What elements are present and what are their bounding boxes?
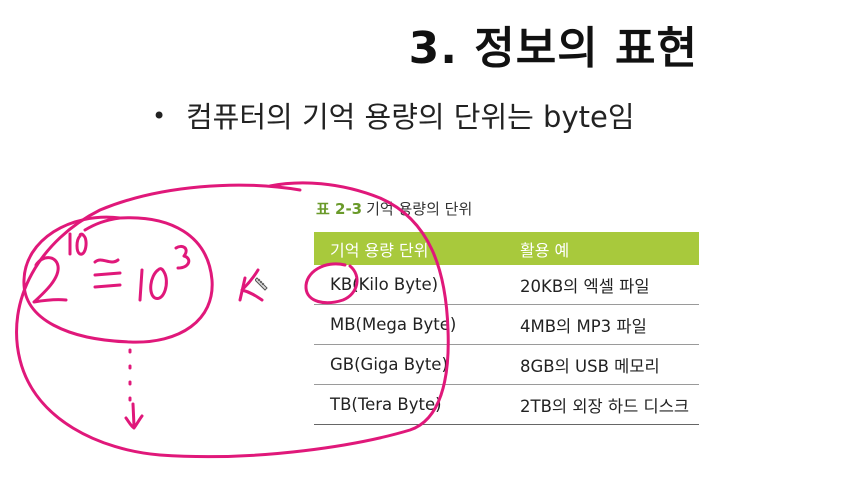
bullet-text: 컴퓨터의 기억 용량의 단위는 byte임 [186,100,635,134]
table-cell-unit: TB(Tera Byte) [314,384,508,425]
pen-cursor-icon [255,277,268,291]
table-cell-example: 20KB의 엑셀 파일 [508,265,699,305]
table-header-unit: 기억 용량 단위 [330,240,429,260]
table-cell-unit: GB(Giga Byte) [314,344,508,385]
table-header-example: 활용 예 [520,240,570,260]
table-cell-example: 8GB의 USB 메모리 [508,344,699,385]
slide-title: 3. 정보의 표현 [408,23,698,74]
table-row: GB(Giga Byte) 8GB의 USB 메모리 [314,344,699,385]
table-row: MB(Mega Byte) 4MB의 MP3 파일 [314,304,699,345]
table-caption-text: 기억 용량의 단위 [366,200,473,218]
annotation-down-arrow [124,402,144,430]
annotation-superscript-3 [174,244,191,270]
table-row: TB(Tera Byte) 2TB의 외장 하드 디스크 [314,384,699,425]
table-caption: 표 2-3 기억 용량의 단위 [316,198,472,219]
table-cell-example: 4MB의 MP3 파일 [508,304,699,345]
annotation-formula-circle [22,215,214,344]
annotation-approx-sign [93,258,122,289]
table-header-row: 기억 용량 단위 활용 예 [314,232,699,265]
table-row: KB(Kilo Byte) 20KB의 엑셀 파일 [314,265,699,305]
annotation-digit-10 [138,267,168,302]
bullet-point: • 컴퓨터의 기억 용량의 단위는 byte임 [152,94,635,136]
table-cell-unit: MB(Mega Byte) [314,304,508,345]
table-cell-example: 2TB의 외장 하드 디스크 [508,384,699,425]
bullet-icon: • [152,102,167,130]
annotation-digit-2 [32,256,68,304]
annotation-superscript-10 [68,232,88,256]
slide: 3. 정보의 표현 • 컴퓨터의 기억 용량의 단위는 byte임 표 2-3 기억… [0,0,846,482]
table-caption-number: 표 2-3 [316,200,363,218]
storage-units-table: 기억 용량 단위 활용 예 KB(Kilo Byte) 20KB의 엑셀 파일 … [314,232,699,425]
table-cell-unit: KB(Kilo Byte) [314,265,508,305]
